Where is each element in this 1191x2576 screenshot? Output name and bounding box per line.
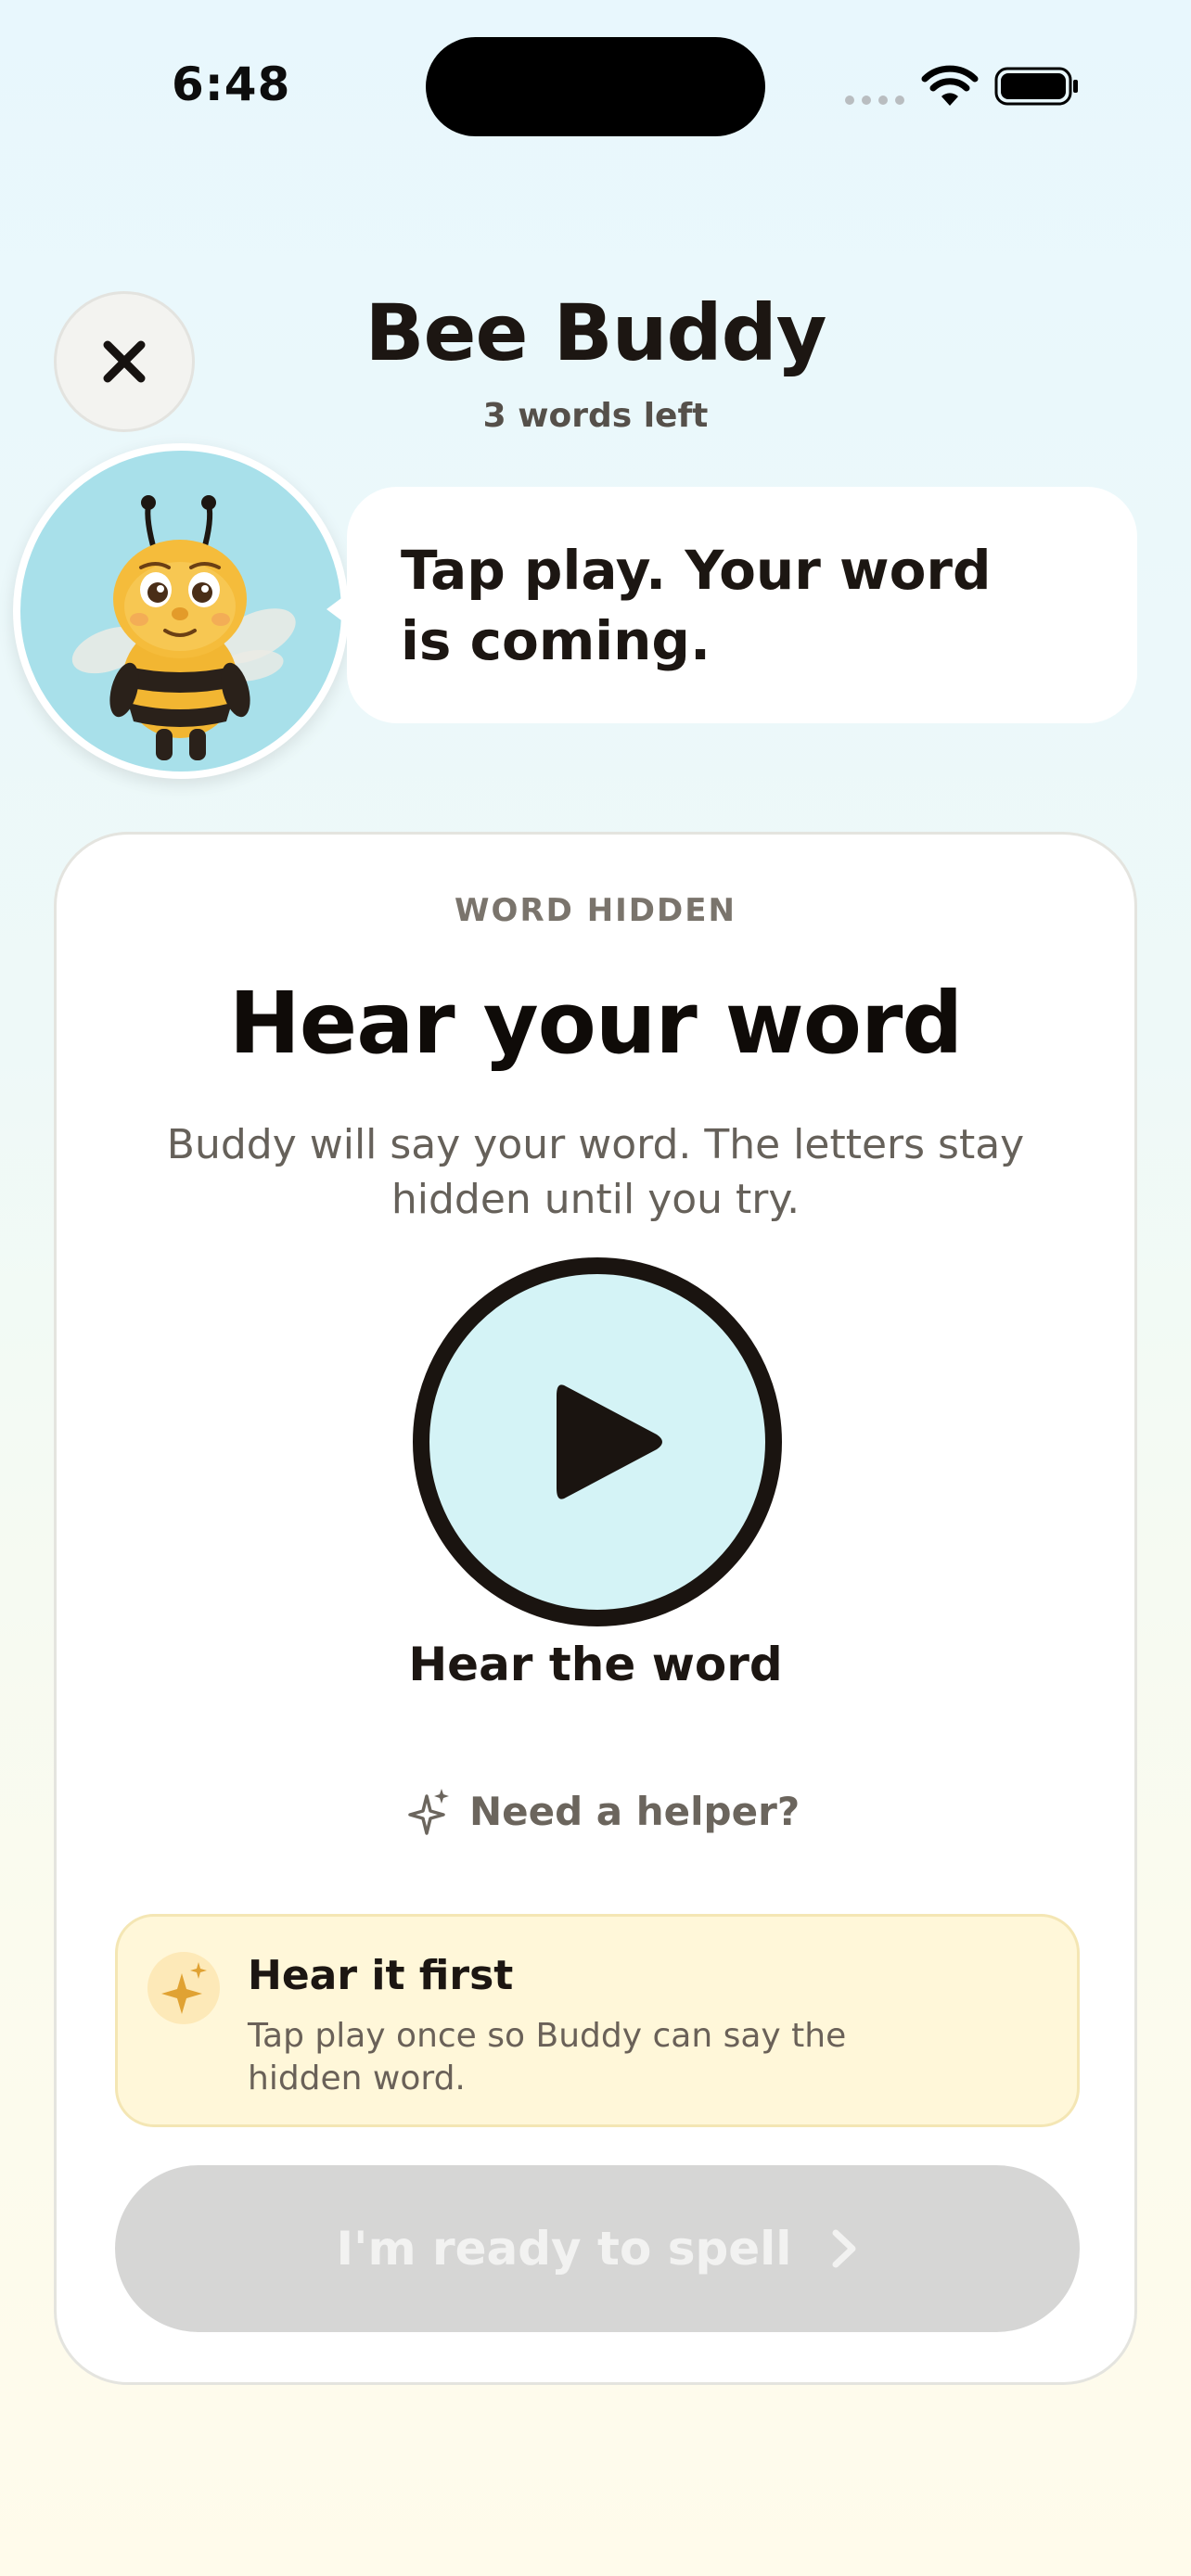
word-status-label: WORD HIDDEN [455, 892, 736, 929]
tip-icon-badge [147, 1952, 220, 2024]
speech-bubble-text: Tap play. Your word is coming. [401, 539, 992, 672]
cellular-signal-icon [845, 96, 904, 105]
word-card: WORD HIDDEN Hear your word Buddy will sa… [54, 832, 1137, 2385]
wifi-icon [921, 65, 979, 106]
play-word-label: Hear the word [408, 1638, 783, 1691]
tip-box: Hear it first Tap play once so Buddy can… [115, 1914, 1080, 2127]
tip-title: Hear it first [248, 1952, 514, 1999]
tip-body: Tap play once so Buddy can say the hidde… [248, 2017, 847, 2098]
bee-mascot-illustration [71, 495, 296, 760]
sparkle-icon [161, 1962, 207, 2014]
words-left-counter: 3 words left [482, 397, 709, 435]
battery-icon [994, 67, 1078, 106]
bee-buddy-avatar [13, 443, 349, 779]
status-time: 6:48 [172, 57, 291, 111]
dynamic-island [426, 37, 765, 136]
play-icon [557, 1384, 662, 1499]
ready-to-spell-button[interactable]: I'm ready to spell [115, 2165, 1080, 2332]
chevron-right-icon [832, 2229, 856, 2268]
page-title: Bee Buddy [365, 287, 826, 378]
card-description: Buddy will say your word. The letters st… [166, 1121, 1025, 1223]
ready-to-spell-label: I'm ready to spell [336, 2222, 792, 2276]
speech-bubble: Tap play. Your word is coming. [327, 487, 1137, 723]
status-bar: 6:48 [0, 0, 1191, 167]
sparkle-icon [408, 1789, 449, 1835]
need-helper-label: Need a helper? [469, 1788, 800, 1834]
play-word-button[interactable] [413, 1257, 782, 1626]
need-helper-button[interactable]: Need a helper? [406, 1779, 800, 1843]
card-title: Hear your word [228, 974, 963, 1073]
